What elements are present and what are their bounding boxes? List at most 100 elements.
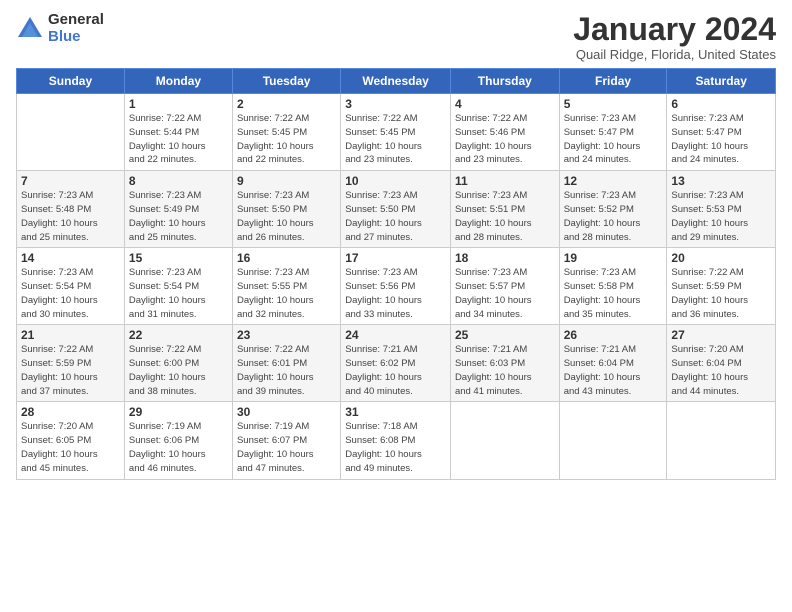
day-info: Sunrise: 7:23 AM Sunset: 5:58 PM Dayligh… [564,266,663,321]
location: Quail Ridge, Florida, United States [573,47,776,62]
day-info: Sunrise: 7:21 AM Sunset: 6:04 PM Dayligh… [564,343,663,398]
day-number: 1 [129,97,228,111]
calendar-cell: 6Sunrise: 7:23 AM Sunset: 5:47 PM Daylig… [667,94,776,171]
calendar-cell: 12Sunrise: 7:23 AM Sunset: 5:52 PM Dayli… [559,171,667,248]
title-block: January 2024 Quail Ridge, Florida, Unite… [573,12,776,62]
day-info: Sunrise: 7:23 AM Sunset: 5:47 PM Dayligh… [564,112,663,167]
logo-general: General [48,12,104,29]
calendar-cell: 14Sunrise: 7:23 AM Sunset: 5:54 PM Dayli… [17,248,125,325]
calendar-cell: 7Sunrise: 7:23 AM Sunset: 5:48 PM Daylig… [17,171,125,248]
calendar-cell: 19Sunrise: 7:23 AM Sunset: 5:58 PM Dayli… [559,248,667,325]
calendar-cell: 30Sunrise: 7:19 AM Sunset: 6:07 PM Dayli… [232,402,340,479]
calendar-cell: 11Sunrise: 7:23 AM Sunset: 5:51 PM Dayli… [450,171,559,248]
calendar-cell: 9Sunrise: 7:23 AM Sunset: 5:50 PM Daylig… [232,171,340,248]
day-info: Sunrise: 7:18 AM Sunset: 6:08 PM Dayligh… [345,420,446,475]
calendar-cell: 25Sunrise: 7:21 AM Sunset: 6:03 PM Dayli… [450,325,559,402]
calendar-cell: 2Sunrise: 7:22 AM Sunset: 5:45 PM Daylig… [232,94,340,171]
calendar-cell: 5Sunrise: 7:23 AM Sunset: 5:47 PM Daylig… [559,94,667,171]
day-number: 26 [564,328,663,342]
day-info: Sunrise: 7:20 AM Sunset: 6:04 PM Dayligh… [671,343,771,398]
day-number: 4 [455,97,555,111]
day-info: Sunrise: 7:22 AM Sunset: 5:46 PM Dayligh… [455,112,555,167]
calendar-cell: 22Sunrise: 7:22 AM Sunset: 6:00 PM Dayli… [124,325,232,402]
weekday-header-friday: Friday [559,69,667,94]
day-info: Sunrise: 7:22 AM Sunset: 5:59 PM Dayligh… [21,343,120,398]
day-info: Sunrise: 7:23 AM Sunset: 5:54 PM Dayligh… [129,266,228,321]
day-info: Sunrise: 7:22 AM Sunset: 5:44 PM Dayligh… [129,112,228,167]
calendar-cell: 17Sunrise: 7:23 AM Sunset: 5:56 PM Dayli… [341,248,451,325]
day-info: Sunrise: 7:23 AM Sunset: 5:50 PM Dayligh… [345,189,446,244]
day-number: 29 [129,405,228,419]
day-number: 27 [671,328,771,342]
week-row-2: 7Sunrise: 7:23 AM Sunset: 5:48 PM Daylig… [17,171,776,248]
day-number: 9 [237,174,336,188]
day-info: Sunrise: 7:21 AM Sunset: 6:02 PM Dayligh… [345,343,446,398]
day-info: Sunrise: 7:22 AM Sunset: 6:00 PM Dayligh… [129,343,228,398]
calendar-cell: 15Sunrise: 7:23 AM Sunset: 5:54 PM Dayli… [124,248,232,325]
day-info: Sunrise: 7:23 AM Sunset: 5:53 PM Dayligh… [671,189,771,244]
calendar-cell: 8Sunrise: 7:23 AM Sunset: 5:49 PM Daylig… [124,171,232,248]
day-number: 20 [671,251,771,265]
calendar-cell: 31Sunrise: 7:18 AM Sunset: 6:08 PM Dayli… [341,402,451,479]
day-number: 18 [455,251,555,265]
day-info: Sunrise: 7:19 AM Sunset: 6:07 PM Dayligh… [237,420,336,475]
day-info: Sunrise: 7:23 AM Sunset: 5:47 PM Dayligh… [671,112,771,167]
calendar-cell: 20Sunrise: 7:22 AM Sunset: 5:59 PM Dayli… [667,248,776,325]
calendar-cell: 13Sunrise: 7:23 AM Sunset: 5:53 PM Dayli… [667,171,776,248]
day-number: 31 [345,405,446,419]
calendar-cell: 3Sunrise: 7:22 AM Sunset: 5:45 PM Daylig… [341,94,451,171]
calendar-cell: 4Sunrise: 7:22 AM Sunset: 5:46 PM Daylig… [450,94,559,171]
calendar-cell [559,402,667,479]
day-number: 13 [671,174,771,188]
logo: General Blue [16,12,104,45]
day-info: Sunrise: 7:19 AM Sunset: 6:06 PM Dayligh… [129,420,228,475]
day-info: Sunrise: 7:23 AM Sunset: 5:54 PM Dayligh… [21,266,120,321]
day-info: Sunrise: 7:22 AM Sunset: 6:01 PM Dayligh… [237,343,336,398]
week-row-1: 1Sunrise: 7:22 AM Sunset: 5:44 PM Daylig… [17,94,776,171]
weekday-header-sunday: Sunday [17,69,125,94]
day-info: Sunrise: 7:22 AM Sunset: 5:45 PM Dayligh… [237,112,336,167]
day-number: 23 [237,328,336,342]
day-number: 30 [237,405,336,419]
day-info: Sunrise: 7:23 AM Sunset: 5:50 PM Dayligh… [237,189,336,244]
day-number: 16 [237,251,336,265]
day-number: 3 [345,97,446,111]
calendar-cell: 26Sunrise: 7:21 AM Sunset: 6:04 PM Dayli… [559,325,667,402]
day-info: Sunrise: 7:21 AM Sunset: 6:03 PM Dayligh… [455,343,555,398]
page: General Blue January 2024 Quail Ridge, F… [0,0,792,612]
calendar-cell: 28Sunrise: 7:20 AM Sunset: 6:05 PM Dayli… [17,402,125,479]
week-row-3: 14Sunrise: 7:23 AM Sunset: 5:54 PM Dayli… [17,248,776,325]
day-info: Sunrise: 7:23 AM Sunset: 5:56 PM Dayligh… [345,266,446,321]
weekday-header-row: SundayMondayTuesdayWednesdayThursdayFrid… [17,69,776,94]
weekday-header-wednesday: Wednesday [341,69,451,94]
day-number: 17 [345,251,446,265]
day-number: 11 [455,174,555,188]
day-number: 5 [564,97,663,111]
calendar-cell [667,402,776,479]
month-title: January 2024 [573,12,776,47]
day-number: 14 [21,251,120,265]
calendar-cell: 18Sunrise: 7:23 AM Sunset: 5:57 PM Dayli… [450,248,559,325]
day-number: 7 [21,174,120,188]
day-number: 15 [129,251,228,265]
calendar: SundayMondayTuesdayWednesdayThursdayFrid… [16,68,776,479]
calendar-cell: 29Sunrise: 7:19 AM Sunset: 6:06 PM Dayli… [124,402,232,479]
day-number: 24 [345,328,446,342]
day-info: Sunrise: 7:23 AM Sunset: 5:49 PM Dayligh… [129,189,228,244]
logo-icon [16,15,44,43]
logo-blue: Blue [48,29,104,46]
calendar-cell: 16Sunrise: 7:23 AM Sunset: 5:55 PM Dayli… [232,248,340,325]
calendar-cell: 10Sunrise: 7:23 AM Sunset: 5:50 PM Dayli… [341,171,451,248]
logo-text: General Blue [48,12,104,45]
day-number: 12 [564,174,663,188]
weekday-header-saturday: Saturday [667,69,776,94]
day-number: 8 [129,174,228,188]
day-info: Sunrise: 7:23 AM Sunset: 5:48 PM Dayligh… [21,189,120,244]
day-number: 10 [345,174,446,188]
calendar-cell [450,402,559,479]
day-number: 28 [21,405,120,419]
calendar-cell: 24Sunrise: 7:21 AM Sunset: 6:02 PM Dayli… [341,325,451,402]
day-number: 22 [129,328,228,342]
day-info: Sunrise: 7:23 AM Sunset: 5:52 PM Dayligh… [564,189,663,244]
day-number: 6 [671,97,771,111]
